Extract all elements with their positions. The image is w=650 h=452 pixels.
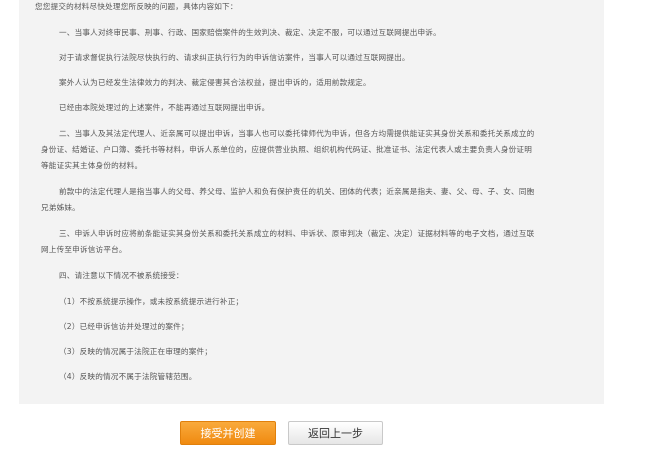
notice-paragraph-2: 对于请求督促执行法院尽快执行的、请求纠正执行行为的申诉信访案件，当事人可以通过互… [59, 53, 410, 62]
notice-paragraph-7-line-2: 网上传至申诉信访平台。 [41, 245, 127, 254]
notice-paragraph-7-line-1: 三、申诉人申诉时应将前条能证实其身份关系和委托关系成立的材料、申诉状、原审判决（… [59, 229, 535, 238]
notice-paragraph-3: 案外人认为已经发生法律效力的判决、裁定侵害其合法权益，提出申诉的，适用前款规定。 [59, 78, 371, 87]
notice-list-item-4: （4）反映的情况不属于法院管辖范围。 [59, 372, 197, 381]
notice-paragraph-8: 四、请注意以下情况不被系统接受： [59, 271, 184, 280]
notice-list-item-3: （3）反映的情况属于法院正在审理的案件； [59, 347, 213, 356]
notice-list-item-2: （2）已经申诉信访并处理过的案件； [59, 322, 189, 331]
notice-paragraph-5-line-2: 身份证、结婚证、户口簿、委托书等材料，申诉人系单位的，应提供营业执照、组织机构代… [41, 145, 532, 154]
notice-paragraph-5-line-3: 等能证实其主体身份的材料。 [41, 161, 143, 170]
notice-list-item-1: （1）不按系统提示操作，或未按系统提示进行补正； [59, 297, 244, 306]
accept-and-create-button[interactable]: 接受并创建 [180, 421, 276, 445]
notice-intro: 您您提交的材料尽快处理您所反映的问题，具体内容如下： [35, 2, 238, 11]
notice-panel: 您您提交的材料尽快处理您所反映的问题，具体内容如下： 一、当事人对终审民事、刑事… [19, 0, 604, 404]
notice-paragraph-6-line-1: 前款中的法定代理人是指当事人的父母、养父母、监护人和负有保护责任的机关、团体的代… [59, 187, 535, 196]
notice-paragraph-6-line-2: 兄弟姊妹。 [41, 203, 80, 212]
back-button[interactable]: 返回上一步 [288, 421, 383, 445]
notice-paragraph-1: 一、当事人对终审民事、刑事、行政、国家赔偿案件的生效判决、裁定、决定不服，可以通… [59, 28, 441, 37]
notice-paragraph-4: 已经由本院处理过的上述案件，不能再通过互联网提出申诉。 [59, 103, 270, 112]
notice-paragraph-5-line-1: 二、当事人及其法定代理人、近亲属可以提出申诉，当事人也可以委托律师代为申诉，但各… [59, 129, 535, 138]
